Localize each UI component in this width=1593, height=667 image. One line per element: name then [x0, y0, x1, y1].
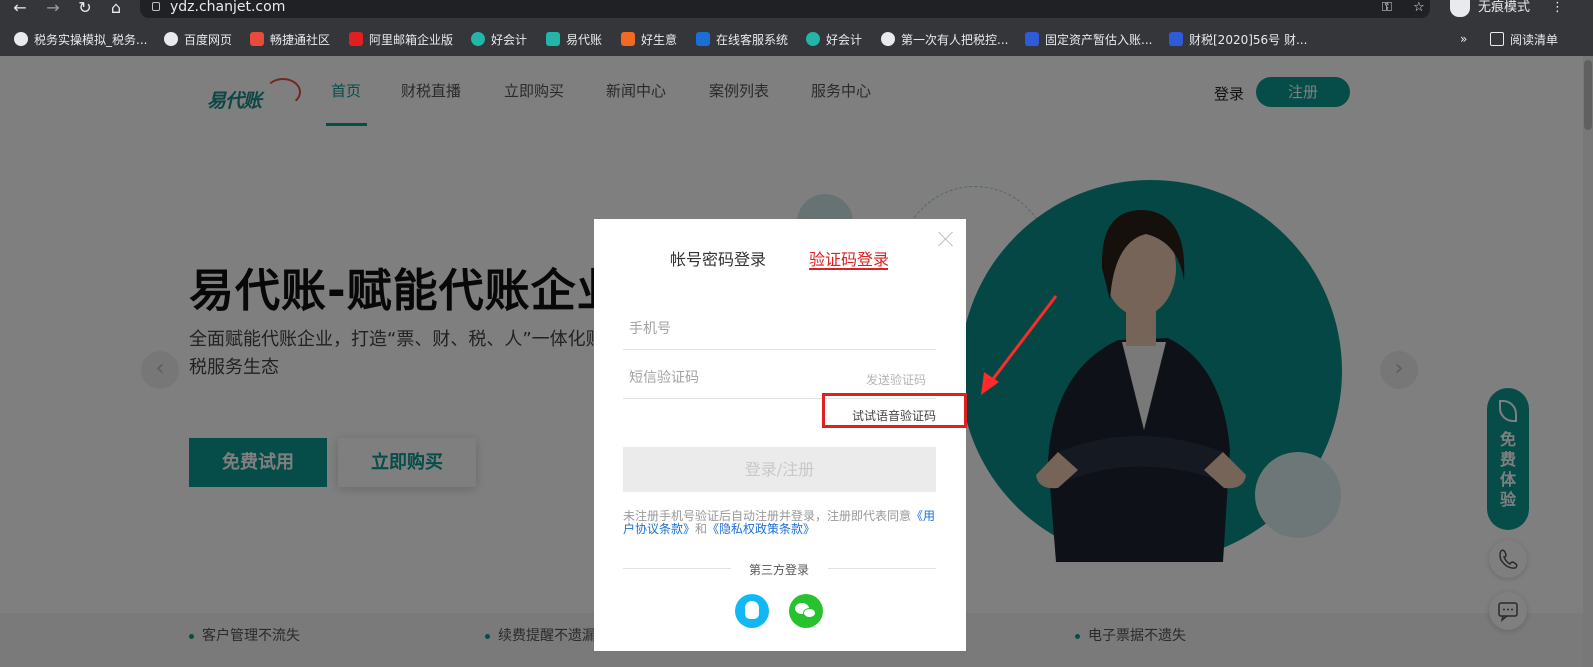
mail-icon: [349, 32, 363, 46]
feather-icon: [546, 32, 560, 46]
phone-input[interactable]: [623, 310, 853, 348]
browser-chrome: ← → ↻ ⌂ ydz.chanjet.com ⚿ ☆ 无痕模式 ⋮ 税务实操模…: [0, 0, 1593, 56]
doc-icon: [1169, 32, 1183, 46]
reading-list-icon: [1490, 32, 1504, 46]
cloud-icon: [471, 32, 485, 46]
send-code-button[interactable]: 发送验证码: [866, 371, 926, 388]
bookmark-item[interactable]: 易代账: [546, 30, 602, 48]
wechat-login-button[interactable]: [789, 594, 823, 628]
bookmarks-bar: 税务实操模拟_税务... 百度网页 畅捷通社区 阿里邮箱企业版 好会计 易代账 …: [0, 26, 1593, 52]
bookmark-item[interactable]: 好会计: [806, 30, 862, 48]
globe-icon: [164, 32, 178, 46]
bookmark-label: 畅捷通社区: [270, 32, 331, 47]
phone-field: [623, 310, 936, 350]
agreement-text: 未注册手机号验证后自动注册并登录，注册即代表同意《用户协议条款》和《隐私权政策条…: [623, 510, 936, 536]
baidu-icon: [1025, 32, 1039, 46]
login-register-button[interactable]: 登录/注册: [623, 447, 936, 492]
bookmark-label: 固定资产暂估入账...: [1045, 32, 1153, 47]
sms-code-input[interactable]: [623, 359, 853, 397]
qq-login-button[interactable]: [735, 594, 769, 628]
third-party-login-label: 第三方登录: [749, 563, 810, 577]
key-icon[interactable]: ⚿: [1382, 0, 1392, 15]
star-icon[interactable]: ☆: [1413, 0, 1425, 15]
tab-sms-login[interactable]: 验证码登录: [809, 246, 889, 270]
wechat-icon-bubble: [803, 608, 816, 618]
bookmark-item[interactable]: 好会计: [471, 30, 527, 48]
b-icon: [621, 32, 635, 46]
globe-icon: [14, 32, 28, 46]
forward-arrow-icon[interactable]: →: [43, 0, 63, 18]
chanjet-icon: [250, 32, 264, 46]
u-icon: [696, 32, 710, 46]
bookmark-label: 好生意: [641, 32, 678, 47]
incognito-label[interactable]: 无痕模式: [1478, 0, 1530, 15]
back-arrow-icon[interactable]: ←: [10, 0, 30, 18]
privacy-policy-link[interactable]: 《隐私权政策条款》: [707, 522, 815, 536]
url-text[interactable]: ydz.chanjet.com: [170, 0, 285, 15]
bookmark-item[interactable]: 畅捷通社区: [250, 30, 330, 48]
bookmark-item[interactable]: 税务实操模拟_税务...: [14, 30, 147, 48]
reload-icon[interactable]: ↻: [75, 0, 95, 18]
bookmark-item[interactable]: 财税[2020]56号 财...: [1169, 30, 1307, 48]
bookmark-item[interactable]: 阿里邮箱企业版: [349, 30, 453, 48]
bookmark-item[interactable]: 固定资产暂估入账...: [1025, 30, 1152, 48]
address-bar[interactable]: ydz.chanjet.com: [140, 0, 1430, 18]
reading-list-button[interactable]: 阅读清单: [1490, 30, 1558, 48]
bookmark-item[interactable]: 在线客服系统: [696, 30, 788, 48]
menu-kebab-icon[interactable]: ⋮: [1551, 0, 1564, 15]
incognito-icon[interactable]: [1450, 0, 1470, 17]
bookmark-label: 易代账: [566, 32, 603, 47]
tab-password-login[interactable]: 帐号密码登录: [670, 246, 766, 270]
globe-icon: [881, 32, 895, 46]
close-icon[interactable]: [937, 229, 955, 247]
bookmark-label: 在线客服系统: [716, 32, 789, 47]
bookmark-label: 百度网页: [184, 32, 233, 47]
bookmark-label: 第一次有人把税控...: [901, 32, 1009, 47]
lock-icon: [152, 2, 160, 11]
bookmark-label: 财税[2020]56号 财...: [1189, 32, 1308, 47]
reading-list-label: 阅读清单: [1510, 32, 1559, 47]
cloud-icon: [806, 32, 820, 46]
website-page: 易代账 首页 财税直播 立即购买 新闻中心 案例列表 服务中心 登录 注册 易代…: [0, 56, 1593, 667]
bookmark-item[interactable]: 好生意: [621, 30, 677, 48]
divider: [623, 568, 731, 569]
bookmark-label: 好会计: [826, 32, 863, 47]
bookmark-item[interactable]: 百度网页: [164, 30, 232, 48]
address-row: ← → ↻ ⌂ ydz.chanjet.com ⚿ ☆ 无痕模式 ⋮: [0, 0, 1593, 22]
bookmark-label: 税务实操模拟_税务...: [34, 32, 148, 47]
login-modal: 帐号密码登录 验证码登录 发送验证码 试试语音验证码 登录/注册 未注册手机号验…: [594, 219, 966, 651]
bookmark-item[interactable]: 第一次有人把税控...: [881, 30, 1008, 48]
annotation-highlight-box: [822, 393, 967, 428]
qq-icon: [745, 601, 759, 619]
home-icon[interactable]: ⌂: [106, 0, 126, 18]
agreement-and: 和: [695, 522, 708, 536]
active-tab-underline: [809, 268, 888, 270]
bookmark-label: 好会计: [491, 32, 528, 47]
agreement-prefix: 未注册手机号验证后自动注册并登录，注册即代表同意: [623, 509, 912, 523]
more-bookmarks-button[interactable]: »: [1460, 30, 1467, 48]
bookmark-label: 阿里邮箱企业版: [369, 32, 454, 47]
divider: [828, 568, 936, 569]
